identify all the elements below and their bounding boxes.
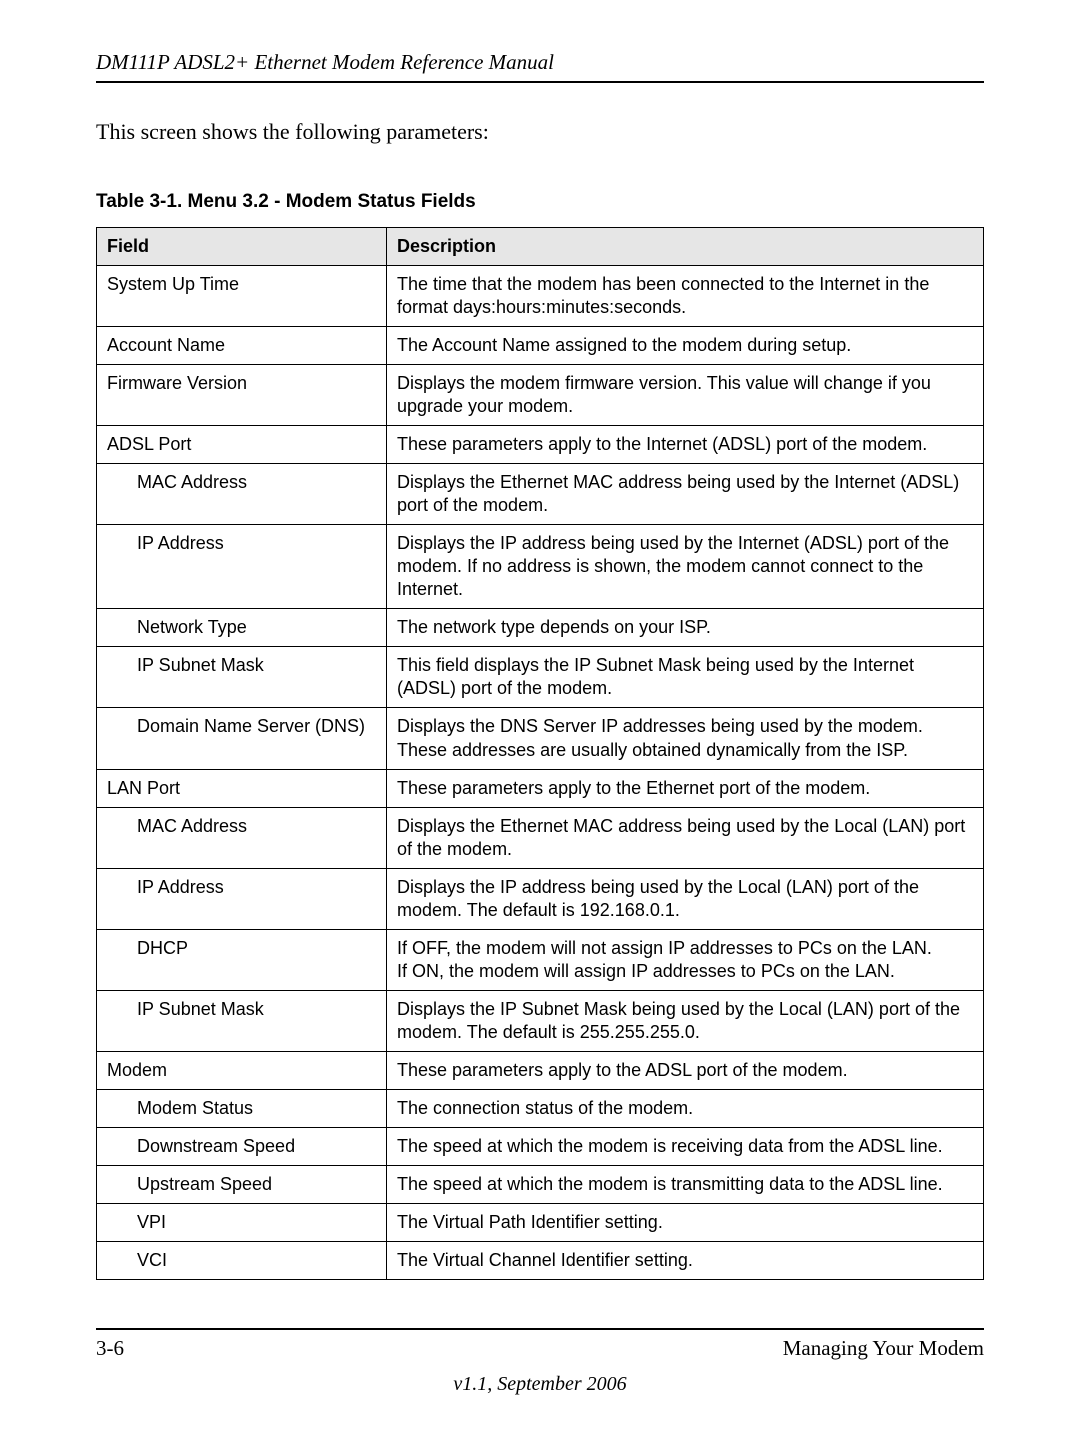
table-row: VPIThe Virtual Path Identifier setting. [97, 1203, 984, 1241]
table-row: IP AddressDisplays the IP address being … [97, 525, 984, 609]
cell-description: Displays the DNS Server IP addresses bei… [387, 708, 984, 769]
table-header-row: Field Description [97, 228, 984, 266]
table-row: Network TypeThe network type depends on … [97, 609, 984, 647]
version-line: v1.1, September 2006 [96, 1373, 984, 1396]
cell-description: The Account Name assigned to the modem d… [387, 327, 984, 365]
cell-description: If OFF, the modem will not assign IP add… [387, 929, 984, 990]
cell-description: The Virtual Channel Identifier setting. [387, 1241, 984, 1279]
table-row: DHCPIf OFF, the modem will not assign IP… [97, 929, 984, 990]
table-row: Account NameThe Account Name assigned to… [97, 327, 984, 365]
col-header-description: Description [387, 228, 984, 266]
footer-rule: 3-6 Managing Your Modem v1.1, September … [96, 1328, 984, 1396]
table-row: Downstream SpeedThe speed at which the m… [97, 1127, 984, 1165]
document-page: DM111P ADSL2+ Ethernet Modem Reference M… [0, 0, 1080, 1436]
cell-description: These parameters apply to the Internet (… [387, 426, 984, 464]
footer-row: 3-6 Managing Your Modem [96, 1336, 984, 1361]
cell-description: This field displays the IP Subnet Mask b… [387, 647, 984, 708]
cell-field: LAN Port [97, 769, 387, 807]
cell-description: These parameters apply to the Ethernet p… [387, 769, 984, 807]
table-row: ModemThese parameters apply to the ADSL … [97, 1051, 984, 1089]
cell-field: Downstream Speed [97, 1127, 387, 1165]
cell-description: The speed at which the modem is receivin… [387, 1127, 984, 1165]
table-row: LAN PortThese parameters apply to the Et… [97, 769, 984, 807]
table-row: Firmware VersionDisplays the modem firmw… [97, 365, 984, 426]
cell-field: Modem Status [97, 1089, 387, 1127]
table-row: Modem StatusThe connection status of the… [97, 1089, 984, 1127]
table-row: MAC AddressDisplays the Ethernet MAC add… [97, 807, 984, 868]
cell-field: IP Subnet Mask [97, 990, 387, 1051]
running-head: DM111P ADSL2+ Ethernet Modem Reference M… [96, 50, 984, 83]
cell-field: IP Address [97, 868, 387, 929]
cell-field: Firmware Version [97, 365, 387, 426]
cell-field: Network Type [97, 609, 387, 647]
cell-field: Modem [97, 1051, 387, 1089]
table-row: ADSL PortThese parameters apply to the I… [97, 426, 984, 464]
intro-paragraph: This screen shows the following paramete… [96, 119, 984, 145]
cell-field: MAC Address [97, 807, 387, 868]
cell-field: VPI [97, 1203, 387, 1241]
table-row: System Up TimeThe time that the modem ha… [97, 266, 984, 327]
cell-field: IP Subnet Mask [97, 647, 387, 708]
table-row: Domain Name Server (DNS)Displays the DNS… [97, 708, 984, 769]
modem-status-fields-table: Field Description System Up TimeThe time… [96, 227, 984, 1280]
table-row: IP Subnet MaskDisplays the IP Subnet Mas… [97, 990, 984, 1051]
table-row: IP Subnet MaskThis field displays the IP… [97, 647, 984, 708]
cell-description: The speed at which the modem is transmit… [387, 1165, 984, 1203]
cell-description: Displays the IP address being used by th… [387, 868, 984, 929]
cell-description: The Virtual Path Identifier setting. [387, 1203, 984, 1241]
cell-field: IP Address [97, 525, 387, 609]
table-row: Upstream SpeedThe speed at which the mod… [97, 1165, 984, 1203]
cell-description: These parameters apply to the ADSL port … [387, 1051, 984, 1089]
page-number: 3-6 [96, 1336, 124, 1361]
cell-field: MAC Address [97, 464, 387, 525]
cell-field: DHCP [97, 929, 387, 990]
table-caption: Table 3-1. Menu 3.2 - Modem Status Field… [96, 191, 984, 213]
cell-description: The connection status of the modem. [387, 1089, 984, 1127]
cell-description: Displays the Ethernet MAC address being … [387, 464, 984, 525]
cell-field: ADSL Port [97, 426, 387, 464]
col-header-field: Field [97, 228, 387, 266]
table-row: MAC AddressDisplays the Ethernet MAC add… [97, 464, 984, 525]
cell-field: System Up Time [97, 266, 387, 327]
cell-description: The network type depends on your ISP. [387, 609, 984, 647]
section-name: Managing Your Modem [783, 1336, 984, 1361]
cell-field: Domain Name Server (DNS) [97, 708, 387, 769]
cell-field: VCI [97, 1241, 387, 1279]
table-row: VCIThe Virtual Channel Identifier settin… [97, 1241, 984, 1279]
table-row: IP AddressDisplays the IP address being … [97, 868, 984, 929]
cell-description: Displays the modem firmware version. Thi… [387, 365, 984, 426]
cell-description: Displays the IP address being used by th… [387, 525, 984, 609]
cell-field: Upstream Speed [97, 1165, 387, 1203]
cell-description: Displays the Ethernet MAC address being … [387, 807, 984, 868]
cell-field: Account Name [97, 327, 387, 365]
cell-description: Displays the IP Subnet Mask being used b… [387, 990, 984, 1051]
cell-description: The time that the modem has been connect… [387, 266, 984, 327]
